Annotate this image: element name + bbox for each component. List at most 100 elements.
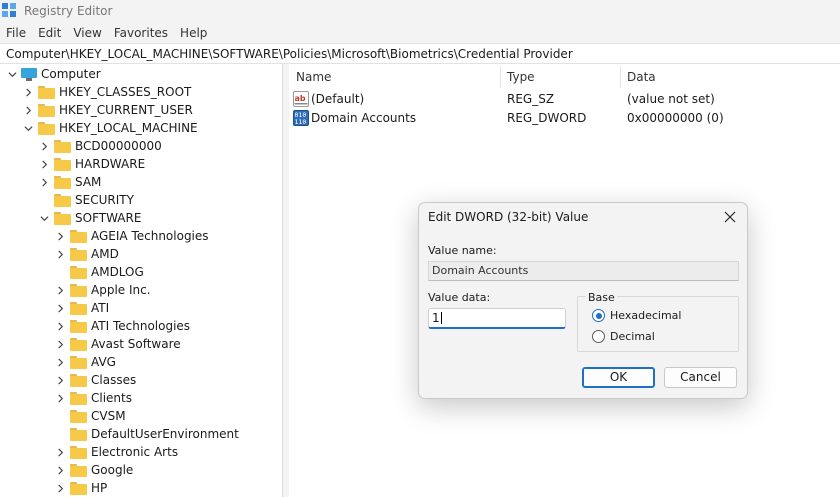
chevron-down-icon[interactable] [6, 65, 18, 83]
chevron-down-icon[interactable] [38, 209, 50, 227]
tree-item[interactable]: HKEY_CLASSES_ROOT [22, 83, 191, 101]
folder-icon [70, 391, 87, 405]
chevron-right-icon[interactable] [54, 245, 66, 263]
value-type: REG_SZ [507, 92, 555, 106]
base-label: Base [586, 291, 617, 304]
radio-unselected-icon[interactable] [592, 330, 605, 343]
tree-item[interactable]: SAM [38, 173, 101, 191]
ok-button[interactable]: OK [582, 367, 655, 388]
tree-item[interactable]: HP [54, 479, 107, 497]
chevron-right-icon[interactable] [54, 299, 66, 317]
tree-item-label: SECURITY [75, 193, 134, 207]
tree-item[interactable]: AMD [54, 245, 119, 263]
menu-file[interactable]: File [0, 26, 32, 40]
tree-item-label: SAM [75, 175, 102, 189]
key-tree[interactable]: Computer HKEY_CLASSES_ROOT HKEY_CURRENT_U… [0, 64, 283, 497]
tree-item-label: Classes [91, 373, 137, 387]
tree-item[interactable]: HKEY_LOCAL_MACHINE [22, 119, 198, 137]
address-bar[interactable]: Computer\HKEY_LOCAL_MACHINE\SOFTWARE\Pol… [0, 43, 840, 64]
decimal-radio[interactable]: Decimal [592, 330, 655, 343]
tree-item-label: HKEY_CURRENT_USER [59, 103, 193, 117]
computer-icon [21, 67, 37, 81]
value-name: Domain Accounts [311, 111, 417, 125]
menu-view[interactable]: View [67, 26, 107, 40]
folder-icon [38, 103, 55, 117]
tree-item[interactable]: SOFTWARE [38, 209, 141, 227]
tree-item-label: HP [91, 481, 108, 495]
radio-selected-icon[interactable] [592, 309, 605, 322]
value-name-label: Value name: [428, 244, 497, 257]
chevron-right-icon[interactable] [54, 335, 66, 353]
folder-icon [54, 157, 71, 171]
hexadecimal-radio[interactable]: Hexadecimal [592, 309, 681, 322]
tree-item-label: ATI [91, 301, 110, 315]
value-data-label: Value data: [428, 291, 491, 304]
folder-icon [38, 121, 55, 135]
tree-item[interactable]: Electronic Arts [54, 443, 178, 461]
chevron-right-icon[interactable] [22, 83, 34, 101]
tree-item-label: HKEY_LOCAL_MACHINE [59, 121, 198, 135]
tree-item[interactable]: Clients [54, 389, 132, 407]
chevron-right-icon[interactable] [54, 227, 66, 245]
tree-item[interactable]: SECURITY [38, 191, 134, 209]
base-group [577, 296, 739, 352]
chevron-down-icon[interactable] [22, 119, 34, 137]
chevron-right-icon[interactable] [38, 173, 50, 191]
chevron-right-icon[interactable] [54, 371, 66, 389]
folder-icon [70, 229, 87, 243]
tree-item-label: Avast Software [91, 337, 181, 351]
chevron-right-icon[interactable] [54, 389, 66, 407]
tree-item-computer[interactable]: Computer [6, 65, 101, 83]
tree-item[interactable]: CVSM [54, 407, 126, 425]
folder-icon [54, 175, 71, 189]
list-row[interactable]: 010 110 Domain Accounts REG_DWORD 0x0000… [289, 109, 840, 128]
hexadecimal-label: Hexadecimal [610, 309, 682, 322]
menu-edit[interactable]: Edit [32, 26, 67, 40]
tree-item[interactable]: Google [54, 461, 133, 479]
column-header-data[interactable]: Data [620, 64, 656, 90]
tree-item-label: CVSM [91, 409, 126, 423]
list-row[interactable]: ab (Default) REG_SZ (value not set) [289, 90, 840, 109]
svg-text:ab: ab [295, 94, 306, 103]
text-cursor [440, 312, 442, 324]
chevron-right-icon[interactable] [54, 461, 66, 479]
chevron-right-icon[interactable] [54, 281, 66, 299]
tree-item[interactable]: HKEY_CURRENT_USER [22, 101, 193, 119]
chevron-right-icon[interactable] [38, 137, 50, 155]
chevron-right-icon[interactable] [54, 443, 66, 461]
tree-item-label: Apple Inc. [91, 283, 151, 297]
menu-favorites[interactable]: Favorites [108, 26, 174, 40]
tree-item[interactable]: BCD00000000 [38, 137, 162, 155]
value-data-input[interactable]: 1 [428, 308, 566, 329]
column-header-name[interactable]: Name [289, 64, 331, 90]
tree-item[interactable]: Apple Inc. [54, 281, 151, 299]
close-icon[interactable] [719, 207, 741, 227]
tree-item-label: SOFTWARE [75, 211, 142, 225]
svg-text:110: 110 [295, 118, 307, 126]
tree-item[interactable]: AVG [54, 353, 116, 371]
tree-item[interactable]: ATI Technologies [54, 317, 190, 335]
tree-item[interactable]: Classes [54, 371, 136, 389]
tree-item[interactable]: HARDWARE [38, 155, 145, 173]
chevron-right-icon[interactable] [38, 155, 50, 173]
tree-item[interactable]: Avast Software [54, 335, 181, 353]
tree-item-label: AMDLOG [91, 265, 144, 279]
value-type: REG_DWORD [507, 111, 587, 125]
folder-icon [70, 481, 87, 495]
chevron-right-icon[interactable] [54, 479, 66, 497]
tree-item[interactable]: DefaultUserEnvironment [54, 425, 239, 443]
cancel-button[interactable]: Cancel [664, 367, 737, 388]
tree-item[interactable]: AMDLOG [54, 263, 144, 281]
folder-icon [70, 463, 87, 477]
tree-item[interactable]: AGEIA Technologies [54, 227, 209, 245]
folder-icon [70, 427, 87, 441]
chevron-right-icon[interactable] [54, 317, 66, 335]
chevron-right-icon[interactable] [54, 353, 66, 371]
chevron-right-icon[interactable] [22, 101, 34, 119]
tree-item[interactable]: ATI [54, 299, 109, 317]
column-header-type[interactable]: Type [500, 64, 535, 90]
menu-help[interactable]: Help [174, 26, 213, 40]
